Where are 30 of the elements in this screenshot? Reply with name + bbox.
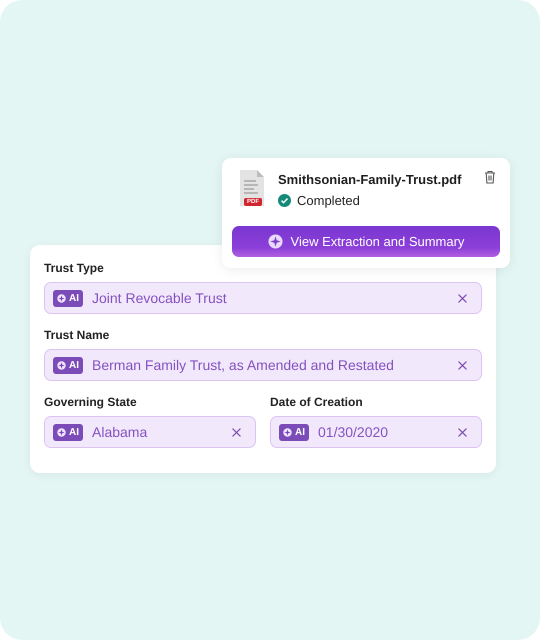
ai-badge: AI	[53, 290, 83, 306]
sparkle-icon	[268, 234, 283, 249]
ai-badge: AI	[53, 424, 83, 440]
input-field[interactable]: AI Alabama	[44, 416, 256, 448]
file-name: Smithsonian-Family-Trust.pdf	[278, 172, 462, 187]
check-circle-icon	[278, 194, 291, 207]
input-field[interactable]: AI Berman Family Trust, as Amended and Restated	[44, 349, 482, 381]
field-value: Joint Revocable Trust	[92, 290, 228, 306]
clear-icon[interactable]	[458, 428, 467, 436]
input-field[interactable]: AI 01/30/2020	[270, 416, 482, 448]
trash-icon[interactable]	[484, 170, 496, 184]
field-label: Trust Type	[44, 260, 105, 276]
field-value: Berman Family Trust, as Amended and Restated	[92, 357, 395, 373]
ai-badge: AI	[279, 424, 309, 440]
view-extraction-button[interactable]: View Extraction and Summary	[232, 226, 500, 257]
clear-icon[interactable]	[232, 428, 241, 436]
ai-badge: AI	[53, 356, 83, 374]
sparkle-icon	[57, 428, 66, 436]
status-text: Completed	[297, 193, 360, 208]
sparkle-icon	[57, 360, 66, 370]
sparkle-icon	[283, 428, 292, 436]
input-field[interactable]: AI Joint Revocable Trust	[44, 282, 482, 314]
clear-icon[interactable]	[458, 294, 467, 302]
clear-icon[interactable]	[458, 360, 467, 370]
field-label: Governing State	[44, 394, 138, 410]
field-label: Date of Creation	[270, 394, 364, 410]
field-value: Alabama	[92, 424, 148, 440]
sparkle-icon	[57, 294, 66, 302]
field-label: Trust Name	[44, 327, 110, 343]
field-value: 01/30/2020	[318, 424, 390, 440]
